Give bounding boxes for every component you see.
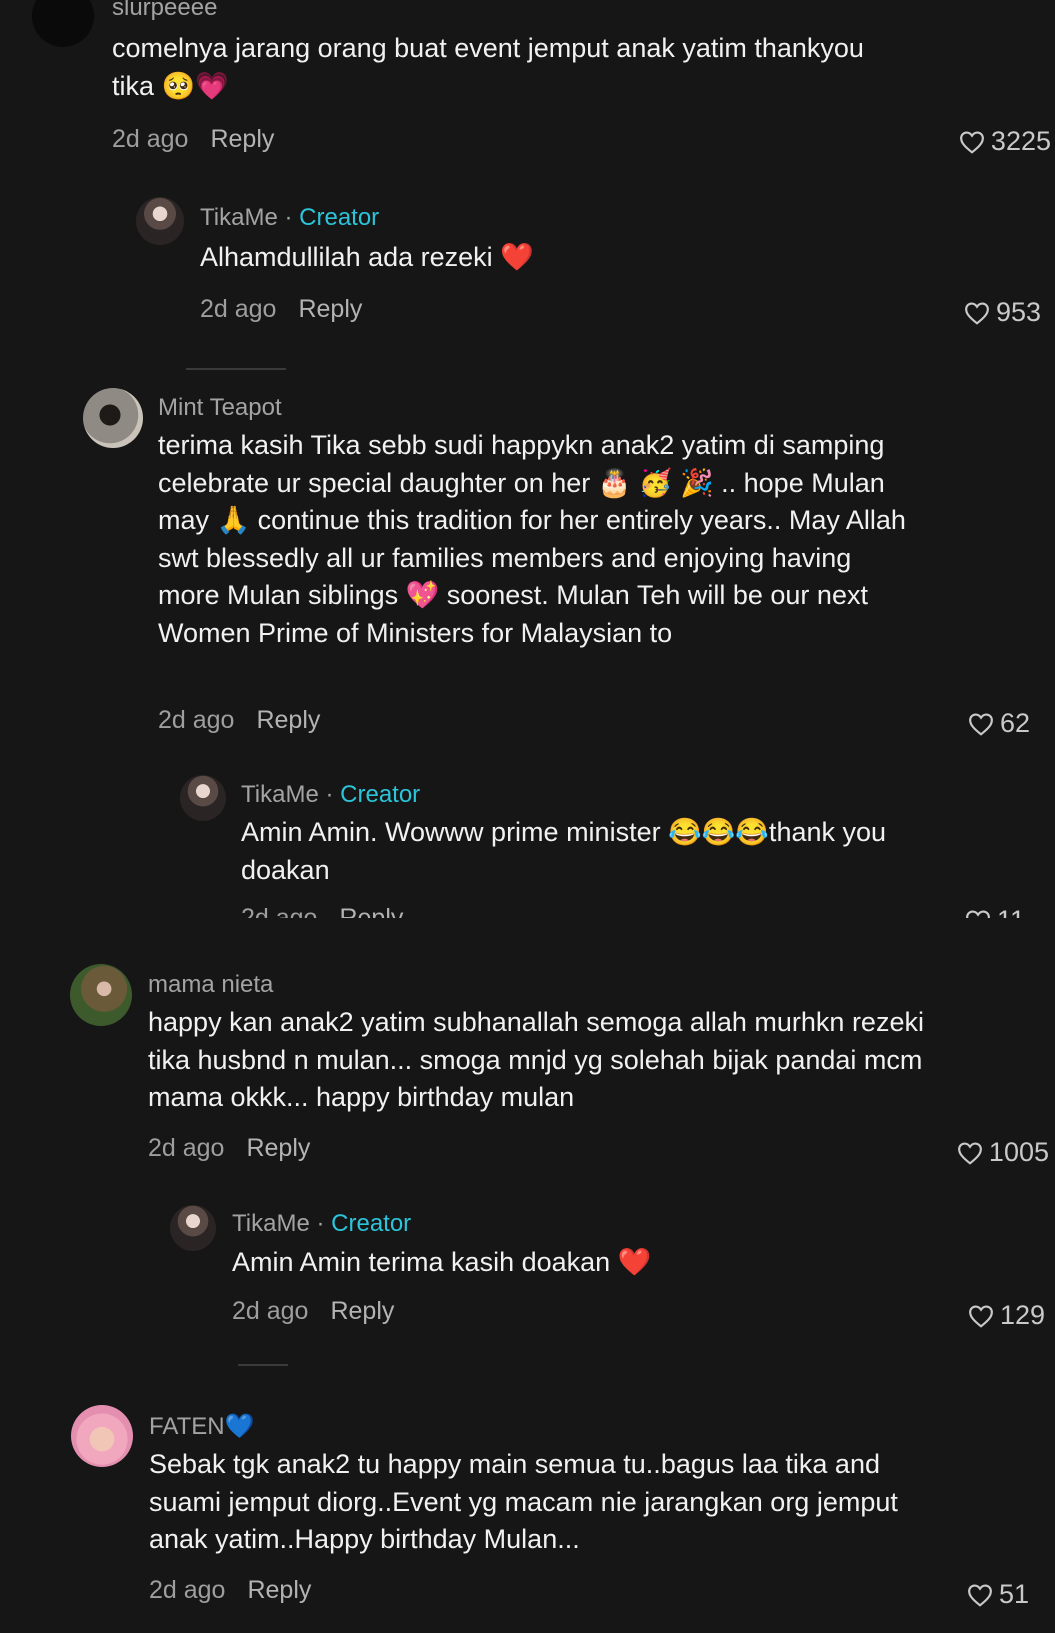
comment-username: TikaMe · Creator xyxy=(241,781,420,809)
separator-dot: · xyxy=(325,781,334,808)
comment-username[interactable]: Mint Teapot xyxy=(158,394,282,422)
comment-meta: 2d ago Reply xyxy=(149,1576,311,1605)
like-count: 1005 xyxy=(988,1137,1049,1167)
like-button[interactable]: 51 xyxy=(967,1579,1029,1610)
avatar[interactable] xyxy=(32,0,94,47)
comment-meta: 2d ago Reply xyxy=(112,125,274,154)
comment-meta: 2d ago Reply xyxy=(232,1297,394,1326)
like-count: 953 xyxy=(995,297,1041,327)
heart-outline-icon xyxy=(969,1304,993,1328)
creator-badge: Creator xyxy=(340,781,421,808)
reply-button[interactable]: Reply xyxy=(330,1297,394,1325)
like-button[interactable]: 129 xyxy=(968,1300,1045,1331)
avatar[interactable] xyxy=(83,388,143,448)
like-button[interactable]: 11 xyxy=(965,905,1025,918)
comment-username[interactable]: FATEN💙 xyxy=(149,1412,254,1441)
creator-badge: Creator xyxy=(299,204,380,231)
like-count: 129 xyxy=(999,1300,1045,1330)
separator-dot: · xyxy=(284,204,293,231)
reply-button[interactable]: Reply xyxy=(246,1134,310,1162)
comment-username[interactable]: mama nieta xyxy=(148,971,273,999)
comment-text: Alhamdullilah ada rezeki ❤️ xyxy=(200,242,534,272)
username-text[interactable]: TikaMe xyxy=(241,781,319,808)
heart-outline-icon xyxy=(966,909,990,918)
comment-time: 2d ago xyxy=(149,1576,226,1604)
like-button[interactable]: 953 xyxy=(964,297,1041,328)
comment-text: happy kan anak2 yatim subhanallah semoga… xyxy=(148,1007,924,1112)
comment-username: TikaMe · Creator xyxy=(200,204,379,232)
comment-time: 2d ago xyxy=(148,1134,225,1162)
separator-dot: · xyxy=(316,1210,325,1237)
comment-text: Sebak tgk anak2 tu happy main semua tu..… xyxy=(149,1449,898,1554)
like-count: 62 xyxy=(999,708,1030,738)
comment-time: 2d ago xyxy=(241,904,318,918)
heart-outline-icon xyxy=(958,1141,982,1165)
divider xyxy=(186,368,286,370)
reply-button[interactable]: Reply xyxy=(339,904,403,918)
reply-button[interactable]: Reply xyxy=(256,706,320,734)
creator-badge: Creator xyxy=(331,1210,412,1237)
comment-username: TikaMe · Creator xyxy=(232,1210,411,1238)
like-button[interactable]: 3225 xyxy=(959,126,1051,157)
comment-text: Amin Amin terima kasih doakan ❤️ xyxy=(232,1247,652,1277)
like-count: 11 xyxy=(997,905,1025,918)
reply-button[interactable]: Reply xyxy=(298,295,362,323)
avatar[interactable] xyxy=(136,197,184,245)
like-count: 51 xyxy=(998,1579,1029,1609)
comment-time: 2d ago xyxy=(112,125,189,153)
heart-outline-icon xyxy=(960,130,984,154)
divider xyxy=(238,1364,288,1366)
like-count: 3225 xyxy=(990,126,1051,156)
avatar[interactable] xyxy=(170,1205,216,1251)
comment-text: Amin Amin. Wowww prime minister 😂😂😂thank… xyxy=(241,817,887,885)
heart-outline-icon xyxy=(968,1583,992,1607)
like-button[interactable]: 62 xyxy=(968,708,1030,739)
username-text[interactable]: TikaMe xyxy=(200,204,278,231)
comment-meta: 2d ago Reply xyxy=(148,1134,310,1163)
reply-button[interactable]: Reply xyxy=(210,125,274,153)
reply-button[interactable]: Reply xyxy=(247,1576,311,1604)
avatar[interactable] xyxy=(71,1405,133,1467)
comment-username[interactable]: slurpeeee xyxy=(112,0,217,22)
avatar[interactable] xyxy=(70,964,132,1026)
comment-text: comelnya jarang orang buat event jemput … xyxy=(112,33,864,101)
comment-text: terima kasih Tika sebb sudi happykn anak… xyxy=(158,430,906,648)
heart-outline-icon xyxy=(969,712,993,736)
comment-time: 2d ago xyxy=(200,295,277,323)
avatar[interactable] xyxy=(180,775,226,821)
comment-meta: 2d ago Reply xyxy=(158,706,320,735)
like-button[interactable]: 1005 xyxy=(957,1137,1049,1168)
comment-time: 2d ago xyxy=(158,706,235,734)
username-text[interactable]: TikaMe xyxy=(232,1210,310,1237)
clipped-footer: 2d ago Reply 11 xyxy=(0,896,1055,918)
comment-meta: 2d ago Reply xyxy=(241,904,403,918)
comment-time: 2d ago xyxy=(232,1297,309,1325)
heart-outline-icon xyxy=(965,301,989,325)
comment-meta: 2d ago Reply xyxy=(200,295,362,324)
